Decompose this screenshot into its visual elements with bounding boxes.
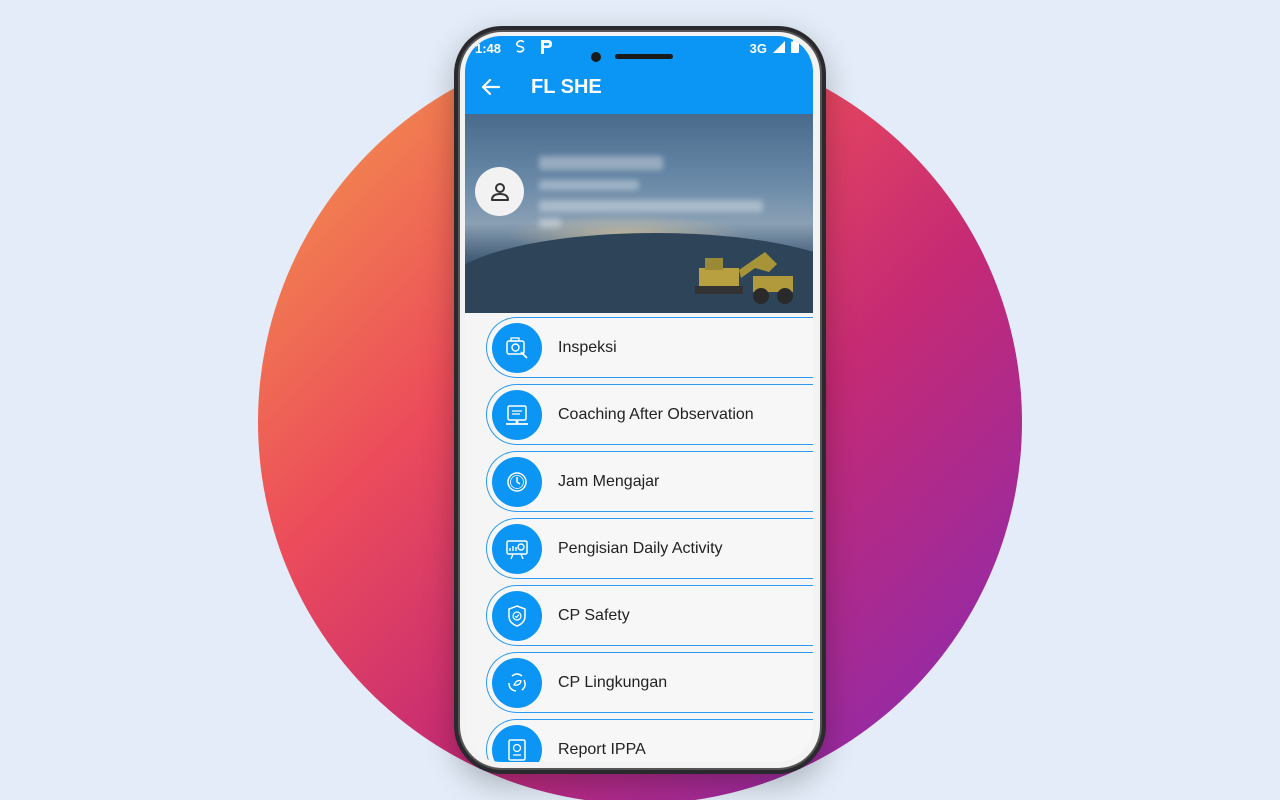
phone-screen: 1:48 3G FL SHE Inspeksi Coaching After O…: [465, 36, 813, 762]
menu-item-label: Pengisian Daily Activity: [558, 539, 723, 557]
redacted-user-info: [539, 180, 639, 190]
network-type: 3G: [749, 40, 767, 56]
menu-item-report-ippa[interactable]: Report IPPA: [486, 719, 813, 762]
earpiece-speaker: [615, 54, 673, 59]
menu-item-coaching[interactable]: Coaching After Observation: [486, 384, 813, 445]
menu-item-label: Inspeksi: [558, 338, 617, 356]
mining-excavator-image: [695, 252, 793, 304]
menu-item-label: CP Safety: [558, 606, 630, 624]
app-bar: FL SHE: [465, 60, 813, 114]
p-notification-icon: [540, 39, 553, 57]
inspection-icon: [492, 322, 542, 373]
menu-item-label: Report IPPA: [558, 740, 646, 758]
profile-banner: [465, 114, 813, 313]
menu-item-label: Jam Mengajar: [558, 472, 660, 490]
s-notification-icon: [515, 39, 526, 56]
report-icon: [492, 724, 542, 762]
menu-list: Inspeksi Coaching After Observation Jam …: [465, 313, 813, 762]
redacted-user-extra: [539, 218, 561, 228]
person-icon: [490, 182, 509, 201]
shield-icon: [492, 590, 542, 641]
arrow-left-icon: [481, 78, 501, 96]
menu-item-jam-mengajar[interactable]: Jam Mengajar: [486, 451, 813, 512]
signal-icon: [773, 40, 785, 56]
front-camera: [591, 52, 601, 62]
redacted-user-name: [539, 156, 663, 170]
menu-item-inspeksi[interactable]: Inspeksi: [486, 317, 813, 378]
menu-item-cp-lingkungan[interactable]: CP Lingkungan: [486, 652, 813, 713]
profile-avatar[interactable]: [475, 167, 524, 216]
menu-item-label: Coaching After Observation: [558, 405, 754, 423]
back-button[interactable]: [479, 75, 503, 99]
status-bar: 1:48 3G: [465, 36, 813, 62]
status-time: 1:48: [475, 40, 502, 56]
clock-icon: [492, 456, 542, 507]
menu-item-cp-safety[interactable]: CP Safety: [486, 585, 813, 646]
app-title: FL SHE: [531, 75, 602, 98]
redacted-user-detail: [539, 200, 763, 212]
menu-item-label: CP Lingkungan: [558, 673, 668, 691]
environment-icon: [492, 657, 542, 708]
daily-activity-icon: [492, 523, 542, 574]
battery-icon: [791, 40, 799, 56]
menu-item-daily-activity[interactable]: Pengisian Daily Activity: [486, 518, 813, 579]
coaching-icon: [492, 389, 542, 440]
